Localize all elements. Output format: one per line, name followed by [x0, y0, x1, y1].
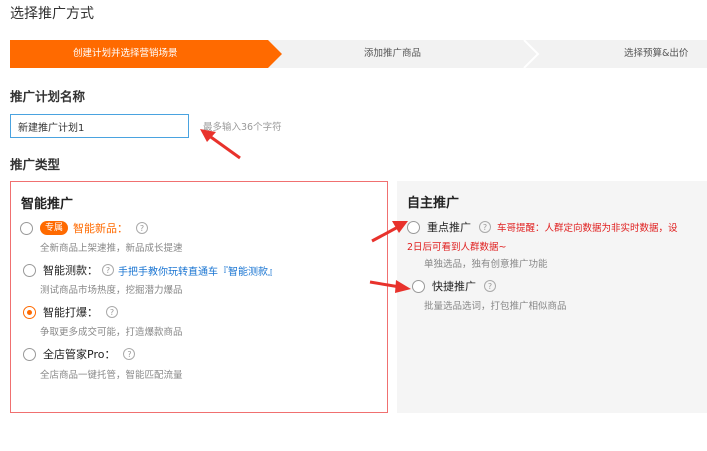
key-promo-desc: 单独选品，独有创意推广功能 — [424, 259, 548, 270]
radio-button[interactable] — [23, 347, 36, 361]
radio-button-checked[interactable] — [23, 305, 36, 319]
smart-new-desc: 全新商品上架速推，新品成长提速 — [40, 243, 183, 254]
plan-name-input[interactable] — [10, 114, 189, 138]
annotation-arrow-icon — [369, 280, 411, 293]
store-manager-desc: 全店商品一键托管，智能匹配流量 — [40, 370, 183, 381]
help-icon[interactable]: ? — [123, 348, 136, 360]
step-2-label[interactable]: 添加推广商品 — [364, 40, 421, 68]
smart-promo-panel: 智能推广 专属 智能新品： ? 全新商品上架速推，新品成长提速 智能测款： ? … — [10, 181, 388, 413]
smart-boost-option[interactable]: 智能打爆： ? — [23, 303, 118, 321]
step-1-label[interactable]: 创建计划并选择营销场景 — [73, 40, 178, 68]
radio-button[interactable] — [20, 221, 33, 235]
help-icon[interactable]: ? — [106, 306, 118, 318]
smart-test-label: 智能测款： — [43, 264, 98, 277]
smart-promo-title: 智能推广 — [21, 197, 74, 212]
quick-promo-desc: 批量选品选词，打包推广相似商品 — [424, 301, 567, 312]
annotation-arrow-icon — [371, 221, 408, 243]
self-promo-title: 自主推广 — [407, 196, 460, 211]
exclusive-badge: 专属 — [40, 221, 69, 235]
help-icon[interactable]: ? — [484, 280, 496, 292]
smart-test-tutorial-link[interactable]: 手把手教你玩转直通车『智能测款』 — [118, 263, 278, 278]
plan-name-label: 推广计划名称 — [10, 89, 86, 104]
smart-new-label: 智能新品： — [73, 222, 129, 235]
key-promo-warning: 车哥提醒：人群定向数据为非实时数据，设 — [497, 223, 678, 234]
help-icon[interactable]: ? — [136, 222, 149, 234]
radio-button[interactable] — [412, 279, 425, 293]
smart-test-desc: 测试商品市场热度，挖掘潜力爆品 — [40, 285, 183, 296]
page-title: 选择推广方式 — [10, 6, 94, 22]
smart-boost-label: 智能打爆： — [43, 306, 98, 319]
quick-promo-option[interactable]: 快捷推广 ? — [412, 277, 496, 295]
steps-bar: 创建计划并选择营销场景 添加推广商品 选择预算&出价 — [10, 40, 707, 68]
key-promo-option[interactable]: 重点推广 ? 车哥提醒：人群定向数据为非实时数据，设 — [407, 218, 678, 236]
smart-test-option[interactable]: 智能测款： ? 手把手教你玩转直通车『智能测款』 — [23, 261, 278, 279]
step-3-label[interactable]: 选择预算&出价 — [624, 40, 688, 68]
quick-promo-label: 快捷推广 — [432, 280, 476, 293]
key-promo-warning-cont: 2日后可看到人群数据~ — [407, 242, 507, 253]
key-promo-label: 重点推广 — [427, 221, 471, 234]
self-promo-panel: 自主推广 重点推广 ? 车哥提醒：人群定向数据为非实时数据，设 2日后可看到人群… — [397, 181, 707, 413]
store-manager-option[interactable]: 全店管家Pro： ? — [23, 345, 136, 363]
help-icon[interactable]: ? — [102, 264, 114, 276]
promo-type-label: 推广类型 — [10, 157, 61, 172]
help-icon[interactable]: ? — [479, 221, 491, 233]
smart-boost-desc: 争取更多成交可能，打造爆款商品 — [40, 327, 183, 338]
store-manager-label: 全店管家Pro： — [43, 348, 116, 361]
radio-button[interactable] — [23, 263, 36, 277]
chevron-right-icon — [523, 40, 540, 68]
annotation-arrow-icon — [200, 129, 241, 160]
smart-new-option[interactable]: 专属 智能新品： ? — [20, 219, 149, 237]
